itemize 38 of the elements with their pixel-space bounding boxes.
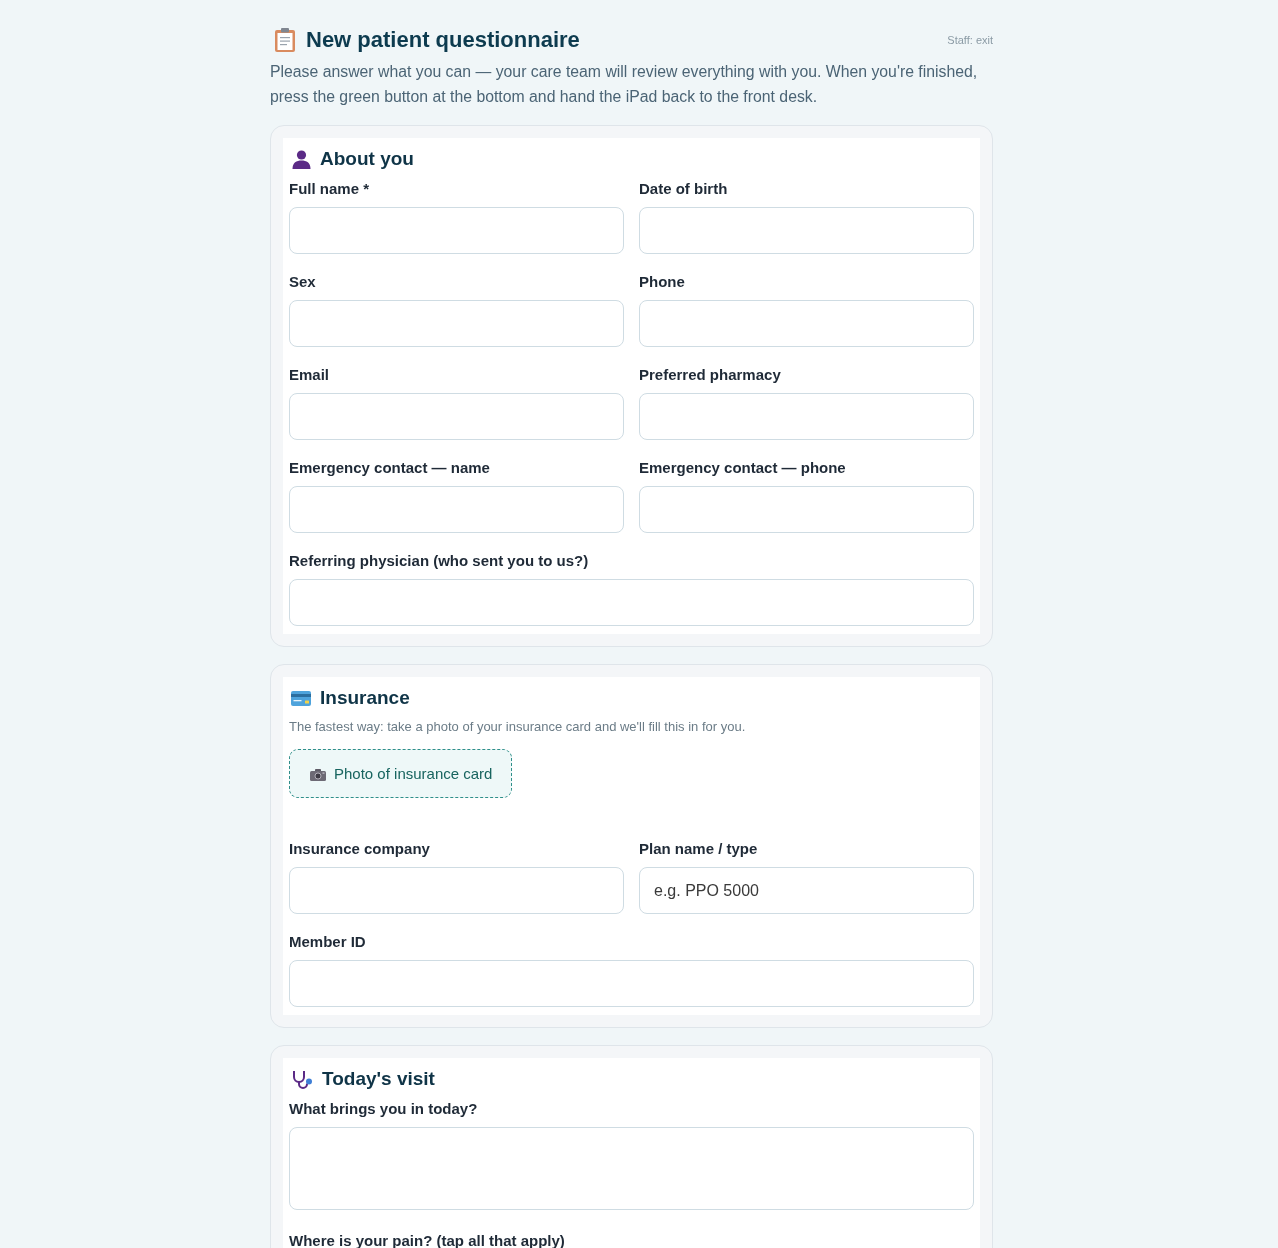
field-label: Emergency contact — phone	[639, 458, 847, 478]
person-icon	[292, 149, 311, 169]
field-label: Date of birth	[639, 179, 729, 199]
section-heading: About you	[320, 147, 414, 171]
text-field[interactable]	[289, 300, 624, 347]
field-label: Full name *	[289, 179, 371, 199]
field-label: Member ID	[289, 932, 367, 952]
credit-card-icon	[291, 690, 311, 706]
field-label: Plan name / type	[639, 839, 759, 859]
photo-upload-button[interactable]: Photo of insurance card	[289, 749, 513, 798]
text-field[interactable]	[639, 486, 974, 533]
clipboard-icon	[275, 28, 295, 52]
text-field[interactable]	[639, 300, 974, 347]
section-heading: Insurance	[320, 686, 410, 710]
textarea-field[interactable]	[289, 1127, 974, 1210]
field-label: Sex	[289, 272, 317, 292]
section-note: The fastest way: take a photo of your insurance card and we'll fill this in for you.	[289, 718, 747, 736]
text-field[interactable]	[289, 486, 624, 533]
field-label: What brings you in today?	[289, 1099, 479, 1119]
text-field[interactable]	[289, 207, 624, 254]
section-heading: Today's visit	[322, 1067, 435, 1091]
text-field[interactable]	[639, 393, 974, 440]
field-label: Email	[289, 365, 331, 385]
field-label: Emergency contact — name	[289, 458, 491, 478]
stethoscope-icon	[292, 1069, 313, 1089]
intro-text: Please answer what you can — your care team will review everything with you. When you're finished, press the green button at the bottom and hand the iPad back to the front desk.	[270, 62, 979, 107]
field-label: Preferred pharmacy	[639, 365, 782, 385]
camera-icon	[310, 769, 326, 781]
text-field[interactable]	[289, 867, 624, 914]
text-field[interactable]	[289, 960, 974, 1007]
page-title: New patient questionnaire	[306, 26, 580, 54]
text-field[interactable]: e.g. PPO 5000	[639, 867, 974, 914]
text-field[interactable]	[289, 579, 974, 626]
field-label: Referring physician (who sent you to us?)	[289, 551, 590, 571]
field-label: Insurance company	[289, 839, 431, 859]
text-field[interactable]	[289, 393, 624, 440]
field-label: Phone	[639, 272, 686, 292]
text-field[interactable]	[639, 207, 974, 254]
